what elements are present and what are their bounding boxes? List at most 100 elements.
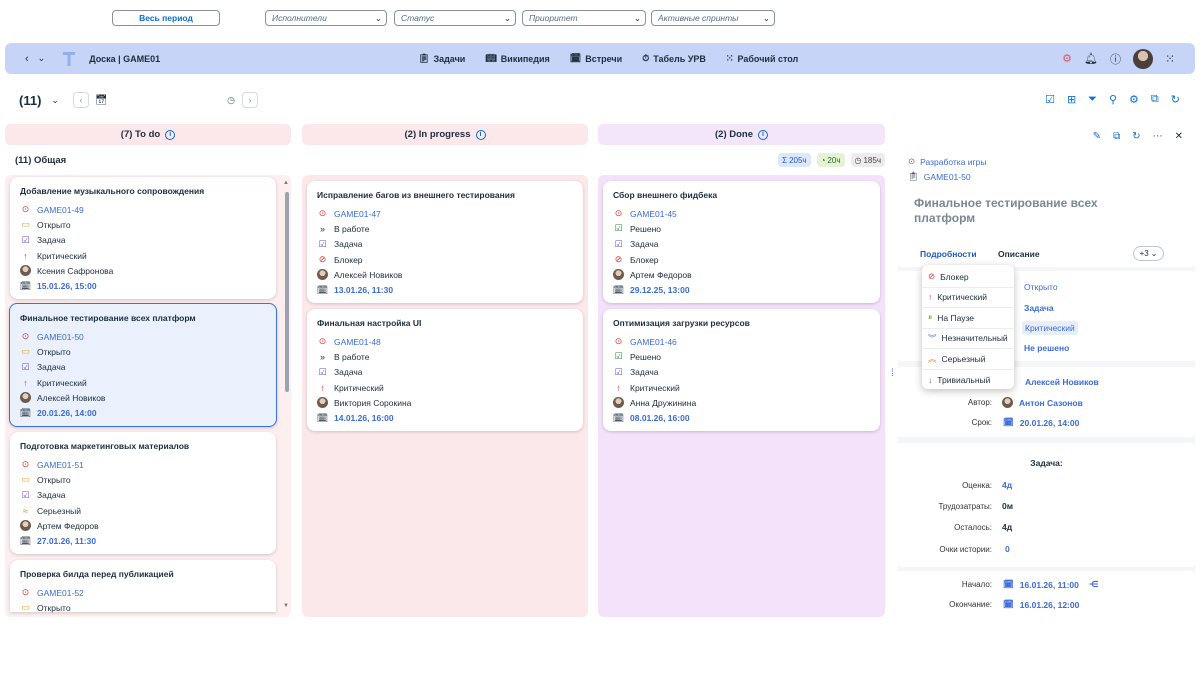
period-clock-button[interactable]: ◷ — [223, 92, 239, 108]
estimate-value[interactable]: 4д — [1002, 480, 1012, 490]
info-icon[interactable]: i — [758, 129, 768, 140]
task-key[interactable]: GAME01-52 — [37, 588, 84, 598]
task-status: Открыто — [37, 602, 71, 613]
menu-wiki[interactable]: 📖︎ Википедия — [485, 53, 549, 64]
priority-value[interactable]: Критический — [1022, 321, 1078, 335]
calendar-icon[interactable]: 📅︎ — [95, 95, 108, 106]
priority-option-critical[interactable]: ↑ Критический — [922, 288, 1014, 308]
close-icon[interactable]: ✕ — [1175, 131, 1183, 142]
priority-option-minor[interactable]: ︾ Незначительный — [922, 329, 1014, 349]
calendar-clock-icon: 🗓︎ — [612, 412, 625, 423]
sprints-filter[interactable]: Активные спринты ⌄ — [651, 10, 775, 26]
menu-tasks[interactable]: 📋︎ Задачи — [418, 53, 465, 64]
refresh-icon[interactable]: ↻ — [1132, 131, 1140, 142]
calendar-clock-icon: 🗓︎ — [612, 284, 625, 295]
pause-icon: ⏸︎ — [928, 312, 933, 323]
priority-option-major[interactable]: ︽ Серьезный — [922, 349, 1014, 370]
checklist-icon[interactable]: ☑︎ — [1045, 93, 1055, 106]
task-card[interactable]: Сбор внешнего фидбека ⊙ GAME01-45 ☑ Решено… — [603, 181, 880, 303]
menu-meetings[interactable]: 🗓︎ Встречи — [570, 53, 622, 64]
chevron-down-icon[interactable]: ⌄ — [38, 53, 46, 64]
info-icon[interactable]: i — [475, 129, 486, 140]
avatar — [20, 265, 31, 277]
column-header-in-progress[interactable]: (2) In progress i — [302, 124, 588, 145]
task-due-date: 08.01.26, 16:00 — [630, 413, 690, 424]
start-value[interactable]: 🗓︎ 16.01.26, 11:00 ⋲ — [1003, 579, 1099, 590]
spent-value[interactable]: 0м — [1002, 501, 1013, 511]
swimlane-header[interactable]: (11) Общая Σ 205ч ◔ 20ч ◷ 185ч — [15, 150, 885, 170]
task-card[interactable]: Оптимизация загрузки ресурсов ⊙ GAME01-46… — [603, 309, 880, 431]
settings-gear-icon[interactable]: ⚙︎ — [1062, 52, 1072, 65]
column-header-todo[interactable]: (7) To do i — [5, 124, 291, 145]
next-period-button[interactable]: › — [242, 92, 258, 108]
task-card[interactable]: Добавление музыкального сопровождения ⊙ G… — [10, 177, 276, 299]
edit-icon[interactable]: ✎ — [1093, 131, 1101, 142]
back-chevron-icon[interactable]: ‹ — [25, 53, 29, 65]
task-card[interactable]: Подготовка маркетинговых материалов ⊙ GAM… — [10, 432, 276, 554]
info-icon[interactable]: i — [165, 129, 176, 140]
task-key[interactable]: GAME01-48 — [334, 337, 381, 347]
add-task-icon[interactable]: ⊞ — [1067, 93, 1076, 106]
tab-description[interactable]: Описание — [998, 249, 1040, 259]
task-key[interactable]: GAME01-45 — [630, 209, 677, 219]
project-circle-icon: ⊙ — [21, 331, 30, 342]
status-value[interactable]: Открыто — [1024, 282, 1058, 292]
scroll-up-arrow[interactable]: ▲ — [283, 180, 289, 186]
menu-timesheet[interactable]: ⏱︎ Табель УРВ — [642, 53, 706, 64]
priority-filter[interactable]: Приоритет ⌄ — [522, 10, 646, 26]
arrow-up-icon: ↑ — [616, 382, 621, 393]
copy-icon[interactable]: ⧉ — [1113, 131, 1120, 142]
chevron-down-icon[interactable]: ⌄ — [51, 95, 59, 106]
help-icon[interactable]: ⓘ — [1110, 51, 1121, 67]
task-key[interactable]: GAME01-50 — [37, 332, 84, 342]
priority-option-trivial[interactable]: ↓ Тривиальный — [922, 370, 1014, 391]
more-icon[interactable]: ⋯ — [1153, 131, 1163, 142]
task-assignee: Алексей Новиков — [334, 269, 403, 280]
copy-icon[interactable]: ⧉ — [1151, 93, 1159, 106]
task-card-selected[interactable]: Финальное тестирование всех платформ ⊙ GA… — [9, 303, 277, 427]
blocked-icon: ⊘ — [614, 254, 623, 265]
bell-icon[interactable]: 🔔︎ — [1084, 52, 1098, 65]
resolution-value[interactable]: Не решено — [1024, 343, 1069, 353]
priority-dropdown: ⊘ Блокер ↑ Критический ⏸︎ На Паузе ︾ Незначи… — [922, 265, 1014, 389]
priority-option-paused[interactable]: ⏸︎ На Паузе — [922, 308, 1014, 329]
more-tabs-button[interactable]: +3 ⌄ — [1133, 246, 1164, 261]
tab-details[interactable]: Подробности — [920, 249, 977, 259]
task-key[interactable]: GAME01-51 — [37, 460, 84, 470]
assignees-filter[interactable]: Исполнители ⌄ — [265, 10, 387, 26]
author-value[interactable]: Антон Сазонов — [1002, 397, 1083, 408]
scroll-down-arrow[interactable]: ▼ — [283, 603, 289, 609]
refresh-icon[interactable]: ↻ — [1171, 93, 1180, 106]
remaining-value[interactable]: 4д — [1002, 522, 1012, 532]
settings-icon[interactable]: ⚙︎ — [1129, 93, 1139, 106]
priority-option-blocker[interactable]: ⊘ Блокер — [922, 267, 1014, 288]
column-header-done[interactable]: (2) Done i — [598, 124, 885, 145]
avatar — [20, 392, 31, 404]
column-scrollbar[interactable] — [285, 192, 289, 392]
task-key[interactable]: GAME01-46 — [630, 337, 677, 347]
task-status: Решено — [630, 351, 661, 362]
assignee-value[interactable]: Алексей Новиков — [1025, 377, 1099, 387]
task-card[interactable]: Исправление багов из внешнего тестирован… — [307, 181, 583, 303]
share-icon[interactable]: ⋲ — [1089, 579, 1099, 590]
filter-clear-icon[interactable]: ⏷ — [1088, 93, 1097, 106]
prev-period-button[interactable]: ‹ — [72, 92, 89, 108]
apps-grid-icon[interactable]: ⁙ — [1165, 52, 1175, 66]
end-value[interactable]: 🗓︎ 16.01.26, 12:00 — [1003, 599, 1079, 610]
due-label: Срок: — [971, 418, 992, 427]
user-avatar[interactable] — [1132, 48, 1153, 69]
task-card[interactable]: Проверка билда перед публикацией ⊙ GAME01… — [10, 560, 276, 613]
task-key-link[interactable]: GAME01-50 — [924, 172, 971, 182]
due-value[interactable]: 🗓︎ 20.01.26, 14:00 — [1003, 417, 1079, 428]
task-key[interactable]: GAME01-47 — [334, 209, 381, 219]
type-value[interactable]: Задача — [1024, 303, 1054, 313]
menu-desktop[interactable]: ⁙ Рабочий стол — [726, 53, 798, 64]
story-points-value[interactable]: 0 — [1005, 544, 1010, 554]
project-link[interactable]: Разработка игры — [920, 157, 986, 167]
run-icon[interactable]: ⚲ — [1109, 93, 1117, 106]
task-card[interactable]: Финальная настройка UI ⊙ GAME01-48 » В раб… — [307, 309, 583, 431]
period-select[interactable]: Весь период — [112, 10, 220, 26]
panel-resize-handle[interactable]: ⁞ — [891, 368, 894, 379]
status-filter[interactable]: Статус ⌄ — [394, 10, 516, 26]
task-key[interactable]: GAME01-49 — [37, 205, 84, 215]
